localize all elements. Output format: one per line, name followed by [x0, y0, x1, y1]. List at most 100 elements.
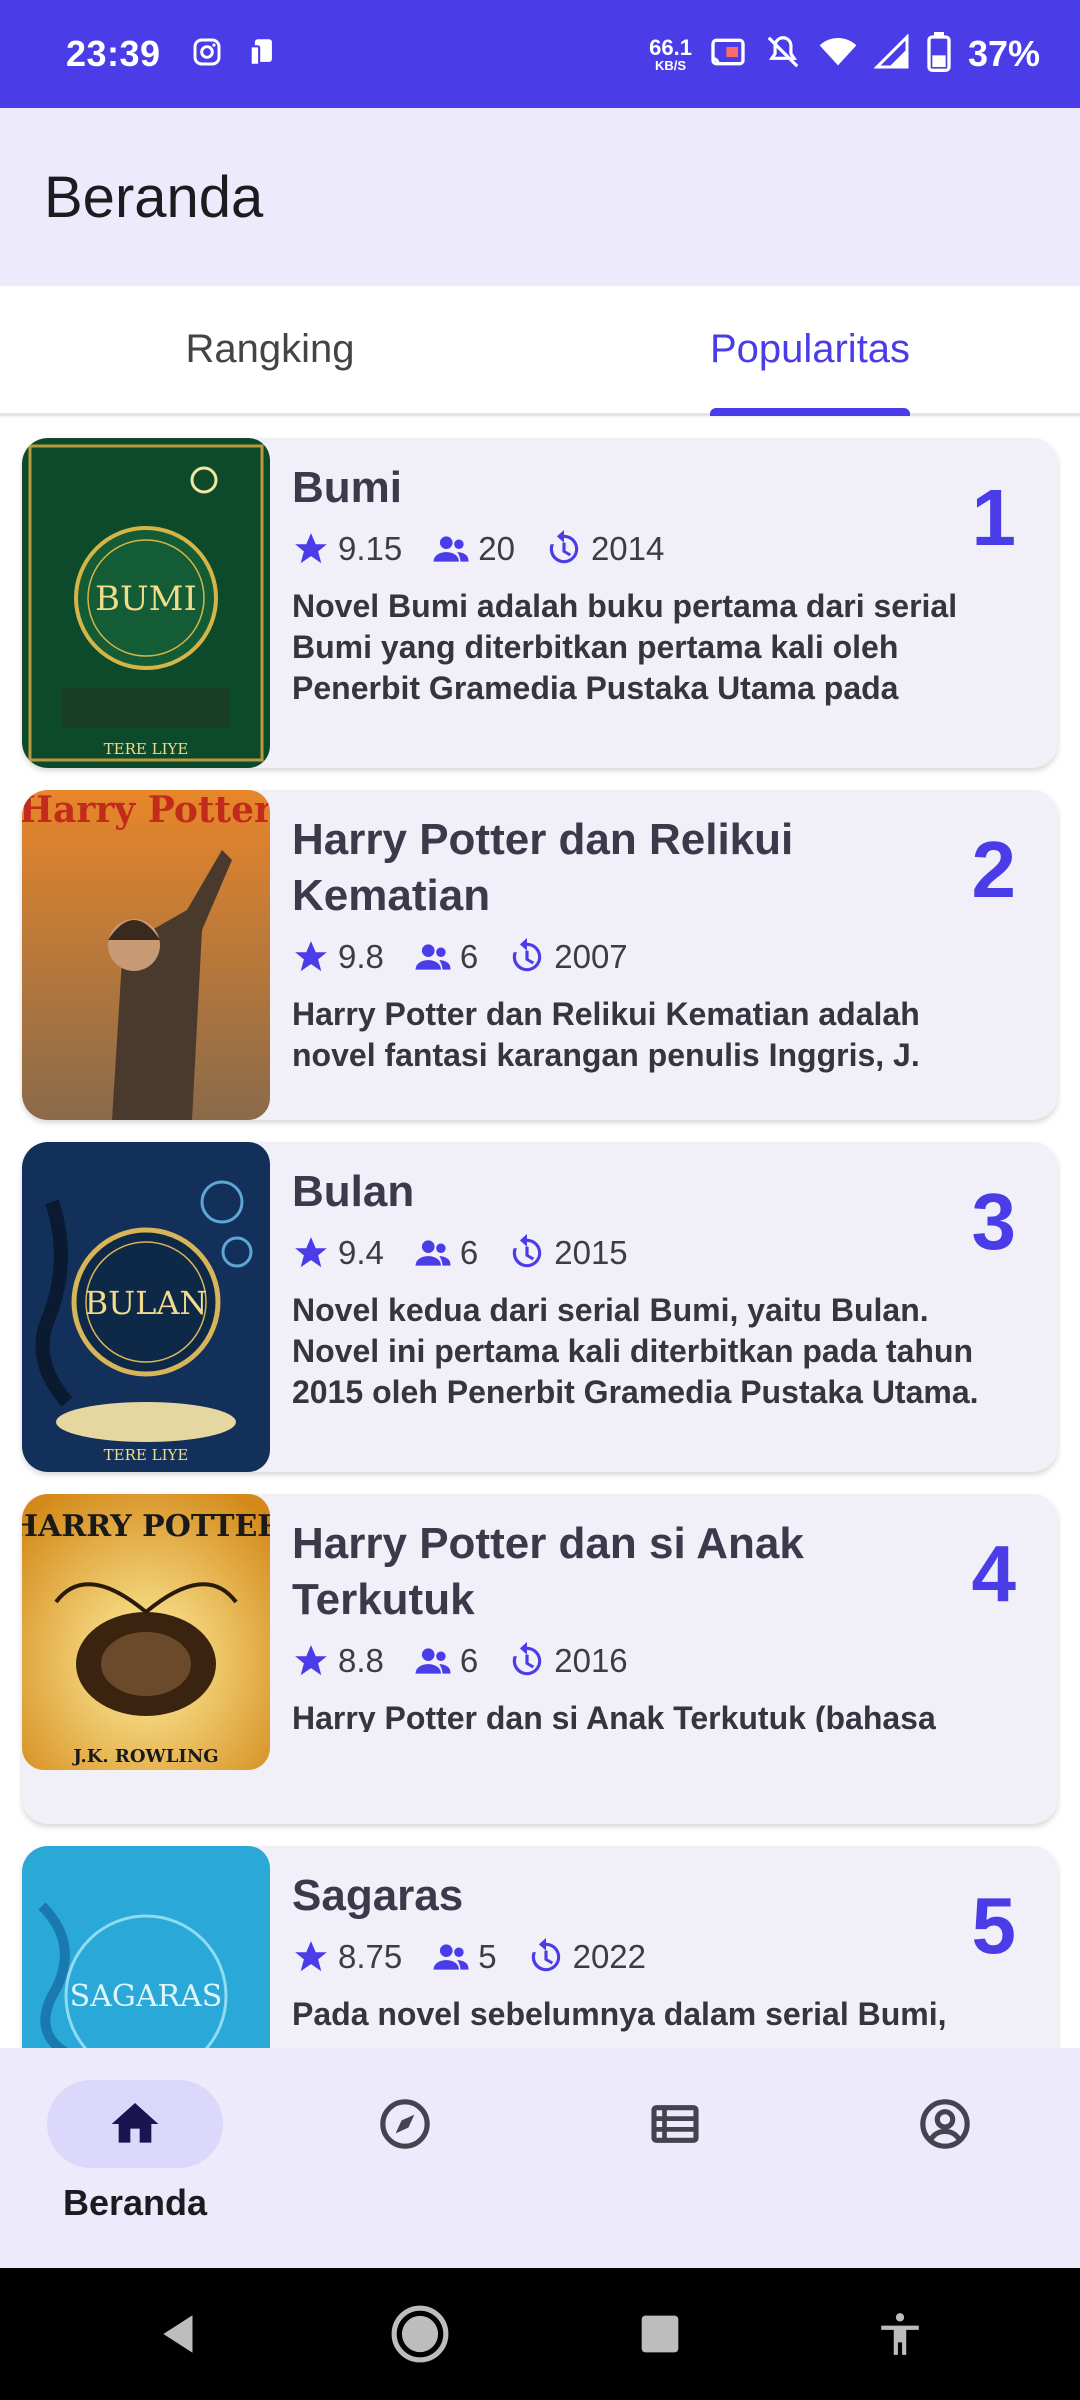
nav-explore[interactable] — [270, 2048, 540, 2268]
back-icon — [163, 2315, 193, 2353]
history-icon — [512, 1642, 542, 1676]
explore-icon — [380, 2099, 430, 2149]
book-year: 2022 — [572, 1938, 647, 1975]
book-title: Sagaras — [292, 1871, 464, 1920]
tab-popularitas[interactable]: Popularitas — [540, 286, 1080, 416]
people-icon — [415, 1648, 451, 1674]
book-readers: 6 — [459, 1642, 479, 1679]
svg-text:TERE LIYE: TERE LIYE — [104, 740, 189, 758]
book-card[interactable]: BULAN TERE LIYE Bulan 9.4 6 2015 Novel k… — [22, 1142, 1058, 1472]
home-circle-icon — [391, 2305, 449, 2363]
book-description: Novel Bumi adalah buku pertama dari seri… — [292, 588, 958, 706]
book-title: Bumi — [292, 463, 402, 512]
recents-button[interactable] — [615, 2289, 705, 2379]
book-card[interactable]: Harry Potter Harry Potter dan Relikui Ke… — [22, 790, 1058, 1120]
tab-rangking[interactable]: Rangking — [0, 286, 540, 413]
history-icon — [531, 1938, 560, 1972]
book-rating: 9.8 — [338, 938, 384, 975]
book-cover: Harry Potter — [22, 790, 270, 1120]
svg-text:J.K. ROWLING: J.K. ROWLING — [71, 1746, 218, 1767]
nav-label: Beranda — [62, 2182, 208, 2223]
book-cover: BUMI TERE LIYE — [22, 438, 270, 768]
nav-beranda[interactable]: Beranda — [0, 2048, 270, 2268]
book-year: 2015 — [554, 1234, 628, 1271]
star-icon — [295, 941, 327, 972]
bottom-navigation: Beranda — [0, 2048, 1080, 2268]
accessibility-button[interactable] — [855, 2289, 945, 2379]
tab-indicator — [710, 408, 910, 416]
signal-icon — [873, 32, 910, 75]
tab-bar: Rangking Popularitas — [0, 286, 1080, 416]
list-icon — [651, 2105, 699, 2143]
nav-indicator — [47, 2080, 223, 2168]
instagram-icon — [191, 36, 223, 73]
rank-number: 2 — [971, 825, 1017, 914]
people-icon — [415, 1240, 451, 1266]
system-navigation-bar — [0, 2268, 1080, 2400]
book-year: 2016 — [554, 1642, 628, 1679]
rank-number: 4 — [971, 1529, 1017, 1618]
people-icon — [433, 536, 469, 562]
svg-text:Harry Potter: Harry Potter — [22, 790, 270, 831]
book-year: 2014 — [590, 530, 665, 567]
svg-text:TERE LIYE: TERE LIYE — [104, 1446, 189, 1464]
nav-list[interactable] — [540, 2048, 810, 2268]
nav-account[interactable] — [810, 2048, 1080, 2268]
book-readers: 20 — [478, 530, 515, 567]
book-title: Harry Potter dan Relikui Kematian — [292, 815, 794, 920]
book-year: 2007 — [554, 938, 628, 975]
star-icon — [295, 1645, 327, 1676]
rank-number: 5 — [971, 1881, 1017, 1970]
recents-icon — [641, 2315, 679, 2353]
cast-icon — [708, 32, 748, 77]
book-cover: BULAN TERE LIYE — [22, 1142, 270, 1472]
device-icon — [245, 35, 279, 74]
star-icon — [295, 1941, 327, 1972]
book-rating: 9.15 — [338, 530, 403, 567]
rank-number: 1 — [971, 473, 1017, 562]
book-readers: 6 — [459, 1234, 479, 1271]
book-card[interactable]: BUMI TERE LIYE Bumi 9.15 20 2014 Novel B… — [22, 438, 1058, 768]
book-description: Novel kedua dari serial Bumi, yaitu Bula… — [292, 1292, 979, 1410]
network-speed: 66.1 KB/S — [649, 34, 692, 73]
status-time: 23:39 — [66, 33, 161, 74]
rank-number: 3 — [971, 1177, 1017, 1266]
account-icon — [920, 2099, 970, 2149]
back-button[interactable] — [135, 2289, 225, 2379]
star-icon — [295, 1237, 327, 1268]
app-bar: Beranda — [0, 108, 1080, 286]
svg-text:HARRY POTTER: HARRY POTTER — [22, 1509, 270, 1544]
wifi-icon — [818, 32, 858, 77]
history-icon — [549, 530, 579, 564]
history-icon — [512, 938, 542, 972]
book-readers: 6 — [459, 938, 479, 975]
star-icon — [295, 533, 327, 564]
home-button[interactable] — [375, 2289, 465, 2379]
page-title: Beranda — [44, 164, 264, 230]
status-bar: 23:39 66.1 KB/S 37% — [0, 0, 1080, 108]
accessibility-icon — [881, 2313, 919, 2355]
book-description: Pada novel sebelumnya dalam serial Bumi, — [292, 1996, 947, 2032]
book-description: Harry Potter dan si Anak Terkutuk (bahas… — [292, 1700, 936, 1732]
history-icon — [512, 1234, 542, 1268]
book-description: Harry Potter dan Relikui Kematian adalah… — [292, 996, 920, 1073]
people-icon — [433, 1944, 469, 1970]
book-rating: 9.4 — [338, 1234, 384, 1271]
book-list[interactable]: BUMI TERE LIYE Bumi 9.15 20 2014 Novel B… — [0, 418, 1080, 2048]
book-title: Bulan — [292, 1167, 415, 1216]
battery-icon — [926, 31, 952, 77]
mute-icon — [764, 33, 802, 76]
home-icon — [111, 2103, 159, 2143]
svg-text:BULAN: BULAN — [85, 1284, 208, 1322]
book-cover: SAGARAS — [22, 1846, 270, 2048]
book-rating: 8.8 — [338, 1642, 384, 1679]
book-card[interactable]: HARRY POTTER J.K. ROWLING Harry Potter d… — [22, 1494, 1058, 1824]
svg-text:BUMI: BUMI — [95, 579, 197, 619]
book-card[interactable]: SAGARAS Sagaras 8.75 5 2022 Pada novel s… — [22, 1846, 1058, 2048]
book-title: Harry Potter dan si Anak Terkutuk — [292, 1519, 804, 1624]
battery-percent: 37% — [967, 33, 1040, 74]
book-rating: 8.75 — [338, 1938, 403, 1975]
tab-popularitas-label: Popularitas — [709, 327, 911, 371]
book-readers: 5 — [478, 1938, 497, 1975]
book-cover: HARRY POTTER J.K. ROWLING — [22, 1494, 270, 1770]
